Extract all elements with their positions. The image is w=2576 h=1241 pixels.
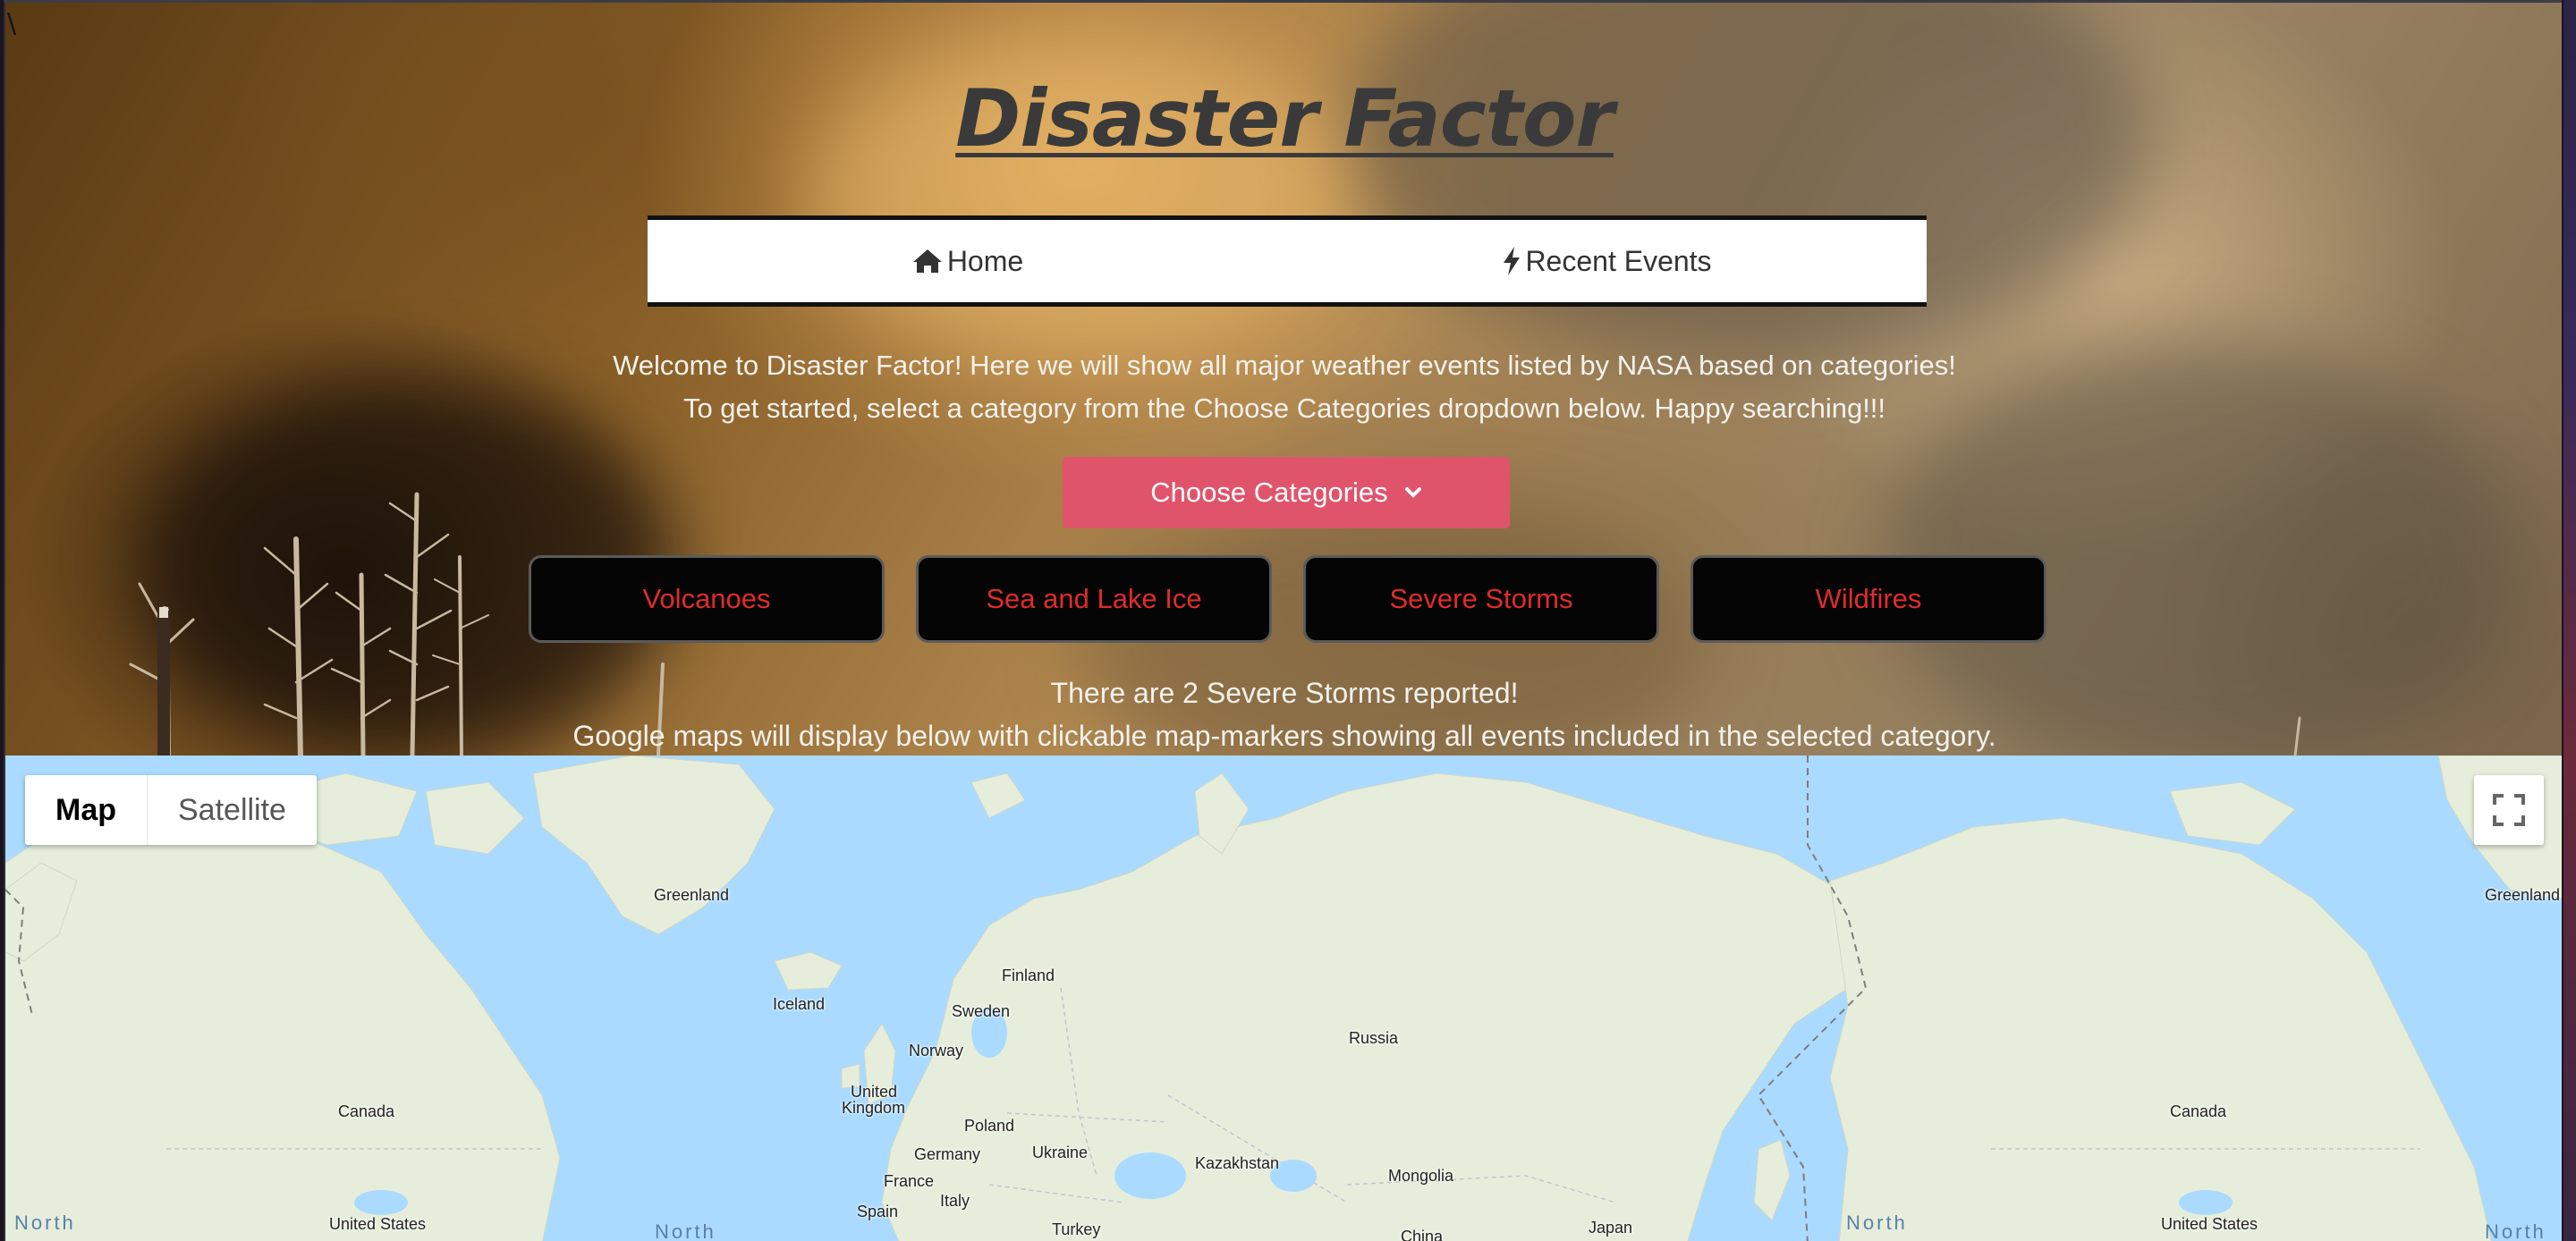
- intro-line-2: To get started, select a category from t…: [682, 393, 1886, 424]
- map-label-kazakhstan: Kazakhstan: [1195, 1154, 1280, 1172]
- map-label-north-2: North: [655, 1220, 716, 1241]
- map-label-north-3: North: [1846, 1211, 1908, 1234]
- map-label-canada: Canada: [338, 1102, 395, 1120]
- map-type-control: Map Satellite: [25, 775, 317, 845]
- category-button-severe-storms[interactable]: Severe Storms: [1303, 555, 1659, 643]
- map-label-germany: Germany: [914, 1145, 981, 1163]
- map-label-mongolia: Mongolia: [1388, 1167, 1454, 1185]
- map-label-greenland: Greenland: [654, 886, 730, 904]
- nav-recent-events-label: Recent Events: [1525, 244, 1712, 277]
- map-label-spain: Spain: [857, 1203, 899, 1220]
- page-title[interactable]: Disaster Factor: [5, 72, 2562, 165]
- map-label-canada-right: Canada: [2170, 1102, 2227, 1120]
- map-label-poland: Poland: [964, 1117, 1015, 1135]
- nav-recent-events-link[interactable]: Recent Events: [1287, 220, 1927, 302]
- nav-home-label: Home: [946, 244, 1024, 277]
- map-label-turkey: Turkey: [1052, 1220, 1101, 1238]
- map-label-finland: Finland: [1002, 967, 1055, 984]
- hero-background: \ Disaster Factor Home Recent Events Wel…: [5, 3, 2562, 756]
- intro-line-1: Welcome to Disaster Factor! Here we will…: [613, 350, 1956, 381]
- map-type-map-button[interactable]: Map: [25, 775, 147, 845]
- map-label-north-4: North: [2485, 1220, 2546, 1241]
- map-label-united-states: United States: [329, 1215, 427, 1233]
- category-button-sea-and-lake-ice[interactable]: Sea and Lake Ice: [916, 555, 1272, 643]
- google-map[interactable]: Greenland Greenland Iceland Finland Swed…: [5, 756, 2562, 1241]
- map-label-norway: Norway: [909, 1042, 964, 1059]
- map-label-china: China: [1401, 1228, 1444, 1241]
- map-label-north-1: North: [14, 1211, 76, 1234]
- choose-categories-dropdown[interactable]: Choose Categories: [1063, 457, 1510, 528]
- fullscreen-icon: [2493, 794, 2525, 826]
- map-label-sweden: Sweden: [952, 1002, 1011, 1020]
- desktop-background-edge: [2563, 0, 2576, 1241]
- navbar: Home Recent Events: [648, 215, 1927, 307]
- category-buttons: Volcanoes Sea and Lake Ice Severe Storms…: [529, 555, 2049, 645]
- map-label-italy: Italy: [940, 1192, 970, 1210]
- lightning-bolt-icon: [1504, 247, 1521, 275]
- map-label-united-states-right: United States: [2161, 1215, 2258, 1233]
- nav-home-link[interactable]: Home: [648, 220, 1287, 302]
- report-count: There are 2 Severe Storms reported!: [1050, 677, 1519, 709]
- browser-viewport: \ Disaster Factor Home Recent Events Wel…: [4, 0, 2562, 1241]
- map-label-greenland-right: Greenland: [2485, 886, 2561, 904]
- map-type-satellite-button[interactable]: Satellite: [147, 775, 317, 845]
- chevron-down-icon: [1404, 487, 1421, 498]
- map-label-iceland: Iceland: [773, 995, 826, 1013]
- map-label-russia: Russia: [1349, 1029, 1399, 1047]
- report-description: Google maps will display below with clic…: [572, 720, 1996, 752]
- stray-backslash-text: \: [7, 8, 17, 39]
- intro-text: Welcome to Disaster Factor! Here we will…: [5, 344, 2562, 430]
- report-text: There are 2 Severe Storms reported! Goog…: [5, 671, 2562, 756]
- category-button-wildfires[interactable]: Wildfires: [1690, 555, 2046, 643]
- choose-categories-label: Choose Categories: [1150, 477, 1388, 508]
- map-label-france: France: [884, 1172, 935, 1190]
- map-label-kingdom: Kingdom: [842, 1099, 906, 1117]
- world-map-tiles[interactable]: [5, 756, 2562, 1241]
- map-label-ukraine: Ukraine: [1032, 1144, 1089, 1161]
- fullscreen-button[interactable]: [2474, 775, 2544, 845]
- map-label-japan: Japan: [1589, 1219, 1633, 1237]
- screen: \ Disaster Factor Home Recent Events Wel…: [0, 0, 2576, 1241]
- home-icon: [912, 249, 942, 273]
- category-button-volcanoes[interactable]: Volcanoes: [529, 555, 885, 643]
